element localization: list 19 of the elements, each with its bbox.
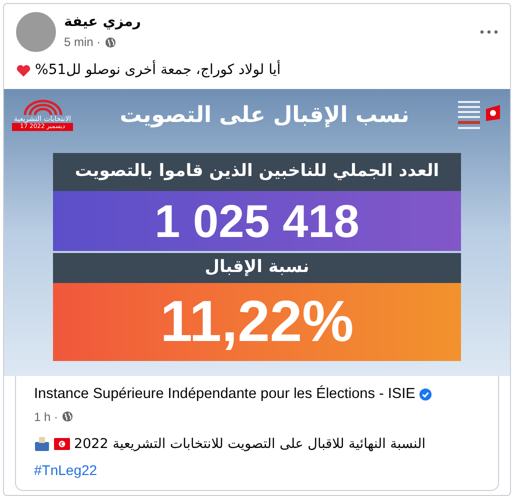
hashtag-link[interactable]: #TnLeg22 — [34, 460, 98, 481]
author-name[interactable]: رمزي عيفة — [64, 12, 141, 33]
heart-icon — [16, 64, 31, 78]
more-options-icon[interactable] — [480, 30, 498, 34]
post-time[interactable]: 5 min · — [64, 33, 101, 51]
total-voters-label: العدد الجملي للناخبين الذين قاموا بالتصويت — [74, 160, 440, 184]
turnout-label: نسبة الإقبال — [204, 256, 310, 280]
total-voters-value: 1 025 418 — [154, 198, 360, 244]
shared-author-name[interactable]: Instance Supérieure Indépendante pour les Élections - ISIE — [34, 384, 416, 406]
flag-icon — [54, 438, 70, 450]
globe-icon — [62, 411, 74, 422]
infographic-title: نسب الإقبال على التصويت — [120, 102, 410, 130]
shared-post-text: النسبة النهائية للاقبال على التصويت للانتخابات التشريعية 2022 — [74, 434, 426, 454]
turnout-value: 11,22% — [160, 293, 354, 351]
avatar[interactable] — [16, 12, 56, 52]
ballot-box-icon — [34, 436, 50, 451]
post-text: أيا لولاد كوراج، جمعة أخرى نوصلو لل51% — [35, 60, 281, 80]
globe-icon — [104, 36, 116, 48]
shared-post-time[interactable]: 1 h · — [34, 408, 58, 426]
